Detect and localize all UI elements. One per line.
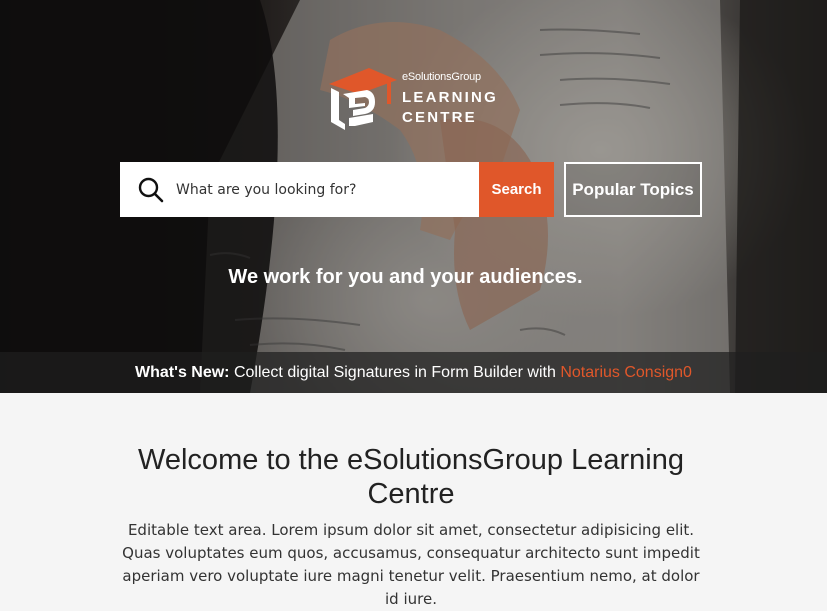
brand-title: LEARNING CENTRE <box>402 88 498 128</box>
hero-tagline: We work for you and your audiences. <box>228 266 583 288</box>
graduation-cap-logo-icon <box>329 68 397 130</box>
welcome-body-text: Editable text area. Lorem ipsum dolor si… <box>122 521 700 608</box>
search-box <box>120 162 479 217</box>
brand-title-line2: CENTRE <box>402 109 477 126</box>
hero-banner: eSolutionsGroup LEARNING CENTRE Search P… <box>0 0 827 393</box>
whats-new-bar: What's New: Collect digital Signatures i… <box>0 352 827 393</box>
popular-topics-button[interactable]: Popular Topics <box>564 162 702 217</box>
main-content: Welcome to the eSolutionsGroup Learning … <box>0 393 827 609</box>
whats-new-label: What's New: <box>135 364 230 381</box>
whats-new-text: Collect digital Signatures in Form Build… <box>229 364 561 381</box>
brand-title-line1: LEARNING <box>402 89 498 106</box>
search-input[interactable] <box>176 162 471 217</box>
learning-centre-logo[interactable]: eSolutionsGroup LEARNING CENTRE <box>325 66 505 132</box>
whats-new-link[interactable]: Notarius Consign0 <box>560 364 692 381</box>
brand-name: eSolutionsGroup <box>402 71 481 83</box>
page-title: Welcome to the eSolutionsGroup Learning … <box>138 444 684 510</box>
search-button[interactable]: Search <box>479 162 554 217</box>
search-icon <box>138 177 164 203</box>
